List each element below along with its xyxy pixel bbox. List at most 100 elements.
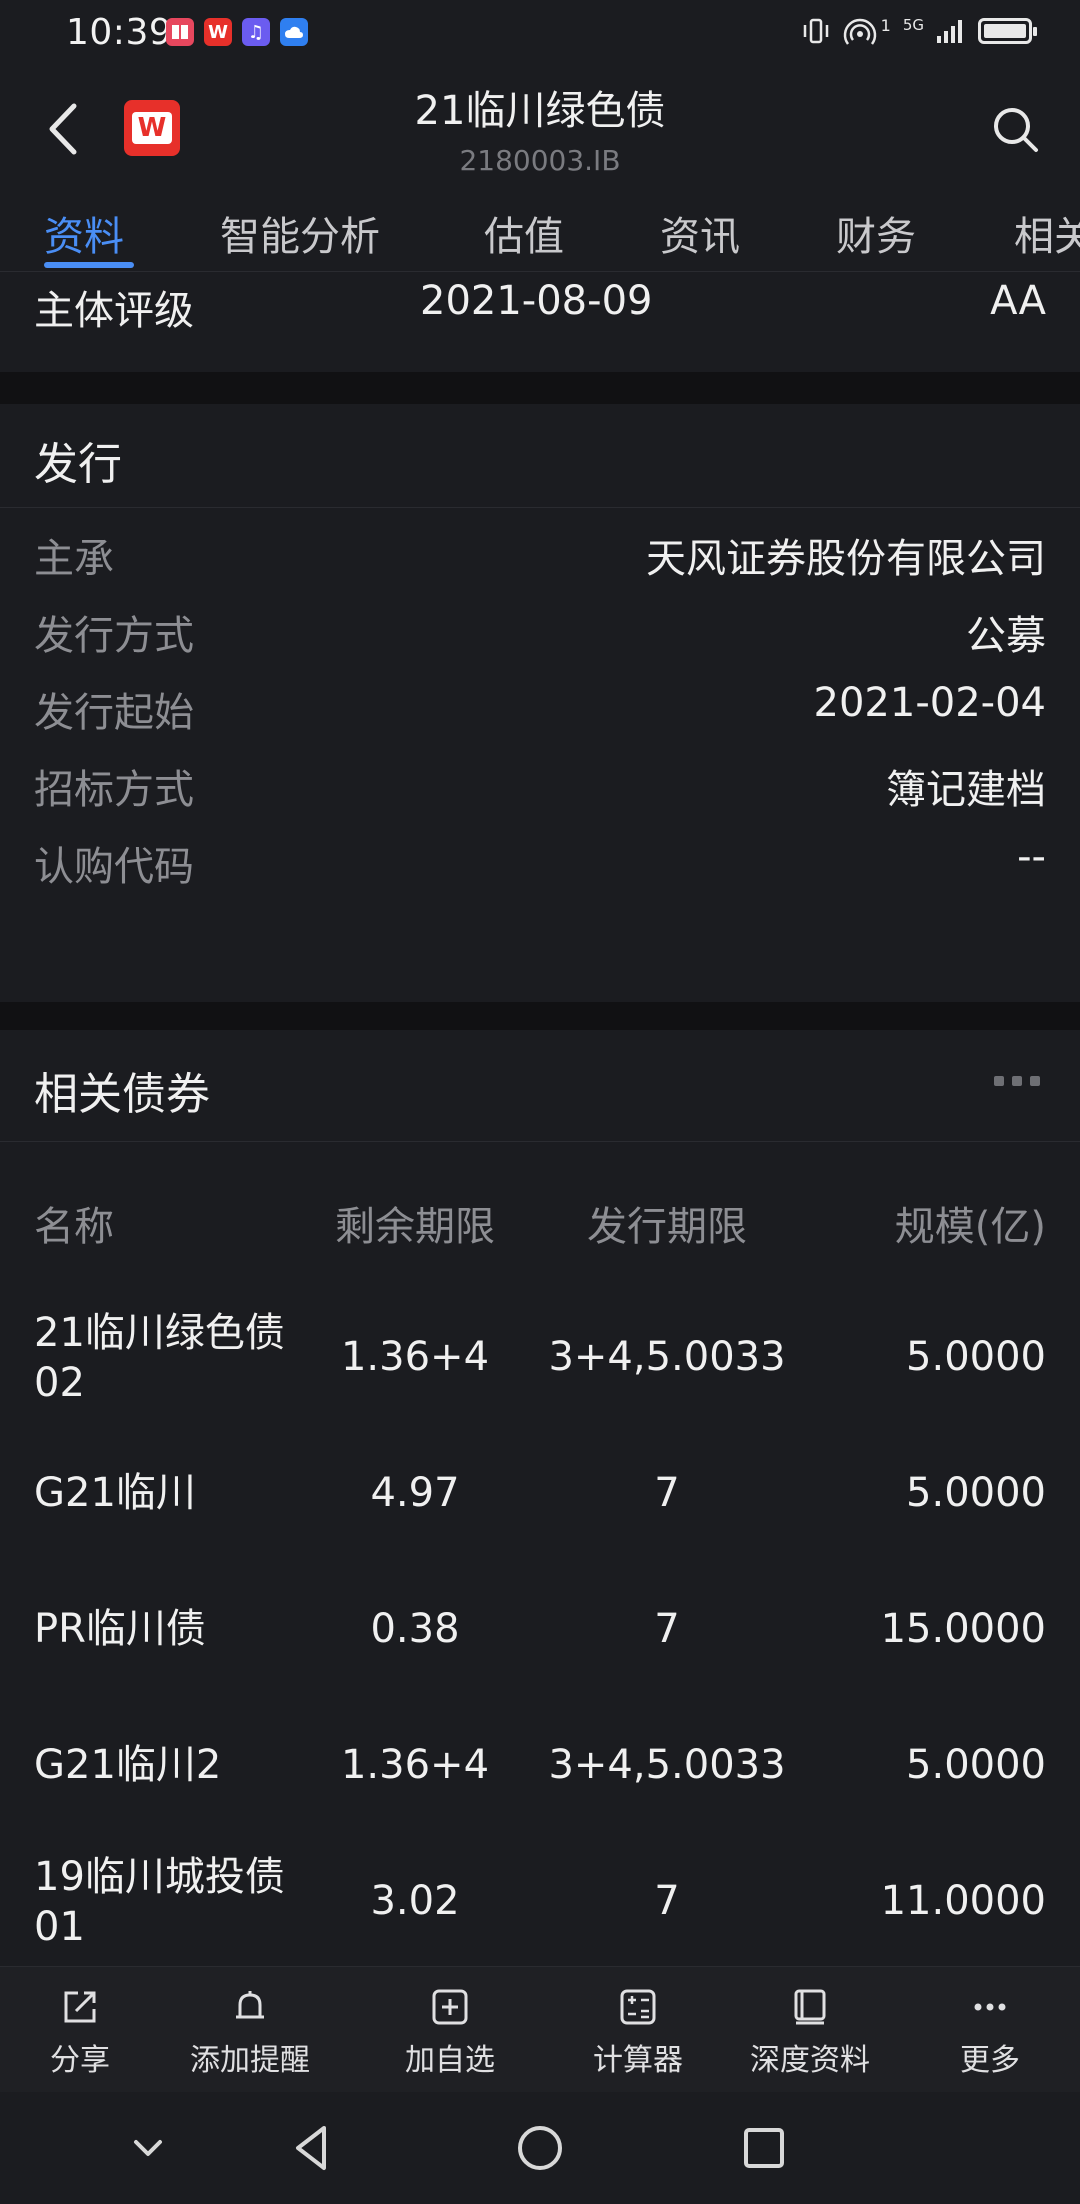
vibrate-icon bbox=[803, 18, 828, 44]
calculator-button[interactable]: 计算器 bbox=[578, 1967, 698, 2093]
bond-name: G21临川 bbox=[34, 1470, 196, 1516]
bond-name: G21临川2 bbox=[34, 1742, 222, 1788]
add-reminder-button[interactable]: 添加提醒 bbox=[180, 1967, 320, 2093]
related-bonds-section: 相关债券 名称 剩余期限 发行期限 规模(亿) 21临川绿色债02 1.36+4… bbox=[0, 1030, 1080, 1966]
bond-name: PR临川债 bbox=[34, 1606, 206, 1652]
bell-icon bbox=[236, 1991, 264, 2019]
kv-label: 认购代码 bbox=[34, 844, 194, 890]
signal-icon bbox=[937, 20, 962, 43]
kv-value: 2021-02-04 bbox=[813, 680, 1046, 726]
action-label: 深度资料 bbox=[750, 2043, 870, 2078]
bond-term: 7 bbox=[654, 1606, 680, 1652]
issuance-row-bidding: 招标方式 簿记建档 bbox=[0, 757, 1080, 817]
bond-remaining: 1.36+4 bbox=[340, 1334, 490, 1380]
active-tab-indicator bbox=[44, 262, 134, 268]
app-notification-icon bbox=[166, 18, 194, 46]
bond-remaining: 1.36+4 bbox=[340, 1742, 490, 1788]
issuance-row-underwriter: 主承 天风证券股份有限公司 bbox=[0, 526, 1080, 586]
status-indicators: 1 5G bbox=[801, 15, 1037, 46]
calculator-icon bbox=[620, 1989, 656, 2025]
music-app-icon: ♫ bbox=[242, 18, 270, 46]
sim-label: 1 bbox=[880, 15, 891, 35]
column-header-term[interactable]: 发行期限 bbox=[530, 1194, 804, 1252]
kv-label: 发行方式 bbox=[34, 613, 194, 659]
bond-term: 3+4,5.0033 bbox=[548, 1334, 786, 1380]
kv-value: -- bbox=[1017, 834, 1046, 880]
related-header: 相关债券 bbox=[0, 1030, 1080, 1142]
tab-related[interactable]: 相关 bbox=[1014, 204, 1080, 262]
issuance-row-subscription-code: 认购代码 -- bbox=[0, 834, 1080, 894]
nav-home-icon[interactable] bbox=[510, 2118, 570, 2178]
bond-size: 11.0000 bbox=[880, 1878, 1046, 1924]
rating-date: 2021-08-09 bbox=[420, 278, 653, 324]
tab-news[interactable]: 资讯 bbox=[660, 204, 740, 262]
bond-size: 5.0000 bbox=[906, 1334, 1046, 1380]
hotspot-icon bbox=[843, 18, 876, 45]
header: W 21临川绿色债 2180003.IB bbox=[0, 64, 1080, 190]
system-nav-bar bbox=[0, 2092, 1080, 2204]
tab-smart-analysis[interactable]: 智能分析 bbox=[220, 204, 380, 262]
notification-icons: W ♫ bbox=[166, 18, 308, 46]
deep-data-button[interactable]: 深度资料 bbox=[740, 1967, 880, 2093]
book-icon bbox=[794, 1989, 826, 2025]
table-row[interactable]: 21临川绿色债02 1.36+4 3+4,5.0033 5.0000 bbox=[0, 1294, 1080, 1430]
issuance-header: 发行 bbox=[0, 404, 1080, 508]
add-watchlist-button[interactable]: 加自选 bbox=[390, 1967, 510, 2093]
kv-label: 招标方式 bbox=[34, 767, 194, 813]
share-button[interactable]: 分享 bbox=[20, 1967, 140, 2093]
tab-bar: 资料 智能分析 估值 资讯 财务 相关 bbox=[0, 190, 1080, 272]
share-icon bbox=[64, 1991, 96, 2023]
issuance-row-method: 发行方式 公募 bbox=[0, 603, 1080, 663]
action-label: 计算器 bbox=[593, 2043, 683, 2078]
bond-remaining: 0.38 bbox=[370, 1606, 460, 1652]
nav-recents-icon[interactable] bbox=[734, 2118, 794, 2178]
bond-name: 21临川绿色债02 bbox=[34, 1310, 285, 1406]
bond-size: 5.0000 bbox=[906, 1470, 1046, 1516]
action-label: 添加提醒 bbox=[190, 2043, 310, 2078]
action-label: 加自选 bbox=[405, 2043, 495, 2078]
table-row[interactable]: G21临川2 1.36+4 3+4,5.0033 5.0000 bbox=[0, 1702, 1080, 1838]
issuance-row-start: 发行起始 2021-02-04 bbox=[0, 680, 1080, 740]
status-bar: 10:39 W ♫ 1 5G bbox=[0, 0, 1080, 64]
status-time: 10:39 bbox=[66, 12, 173, 53]
tab-finance[interactable]: 财务 bbox=[836, 204, 916, 262]
battery-icon bbox=[978, 18, 1037, 44]
search-icon[interactable] bbox=[988, 102, 1044, 158]
more-options-icon[interactable] bbox=[994, 1076, 1040, 1086]
tab-valuation[interactable]: 估值 bbox=[484, 204, 564, 262]
bond-remaining: 3.02 bbox=[370, 1878, 460, 1924]
column-header-name: 名称 bbox=[34, 1204, 114, 1250]
bond-name: 19临川城投债01 bbox=[34, 1854, 285, 1950]
table-row[interactable]: G21临川 4.97 7 5.0000 bbox=[0, 1430, 1080, 1566]
more-button[interactable]: 更多 bbox=[930, 1967, 1050, 2093]
bond-term: 3+4,5.0033 bbox=[548, 1742, 786, 1788]
column-header-remaining[interactable]: 剩余期限 bbox=[300, 1194, 530, 1252]
action-label: 更多 bbox=[960, 2043, 1020, 2078]
network-label: 5G bbox=[902, 16, 924, 34]
bond-size: 15.0000 bbox=[880, 1606, 1046, 1652]
wind-app-icon: W bbox=[204, 18, 232, 46]
kv-value: 公募 bbox=[966, 613, 1046, 659]
table-row[interactable]: PR临川债 0.38 7 15.0000 bbox=[0, 1566, 1080, 1702]
bond-size: 5.0000 bbox=[906, 1742, 1046, 1788]
add-box-icon bbox=[432, 1989, 468, 2025]
nav-back-icon[interactable] bbox=[284, 2118, 344, 2178]
tab-profile[interactable]: 资料 bbox=[44, 204, 124, 262]
kv-value: 簿记建档 bbox=[886, 767, 1046, 813]
kv-value: 天风证券股份有限公司 bbox=[646, 536, 1046, 582]
bond-term: 7 bbox=[654, 1470, 680, 1516]
more-icon bbox=[974, 2003, 1006, 2011]
action-label: 分享 bbox=[50, 2043, 110, 2078]
rating-value: AA bbox=[990, 278, 1046, 324]
column-header-size[interactable]: 规模(亿) bbox=[895, 1194, 1046, 1252]
issuance-section: 发行 主承 天风证券股份有限公司 发行方式 公募 发行起始 2021-02-04… bbox=[0, 404, 1080, 1002]
rating-row: 主体评级 2021-08-09 AA bbox=[0, 272, 1080, 372]
bond-code: 2180003.IB bbox=[459, 144, 621, 177]
bond-remaining: 4.97 bbox=[370, 1470, 460, 1516]
chevron-down-icon[interactable] bbox=[118, 2118, 178, 2178]
bottom-action-bar: 分享 添加提醒 加自选 计算器 深度资料 更多 bbox=[0, 1966, 1080, 2092]
cloud-app-icon bbox=[280, 18, 308, 46]
related-title: 相关债券 bbox=[34, 1069, 210, 1120]
kv-label: 主承 bbox=[34, 536, 114, 582]
table-row[interactable]: 19临川城投债01 3.02 7 11.0000 bbox=[0, 1838, 1080, 1974]
